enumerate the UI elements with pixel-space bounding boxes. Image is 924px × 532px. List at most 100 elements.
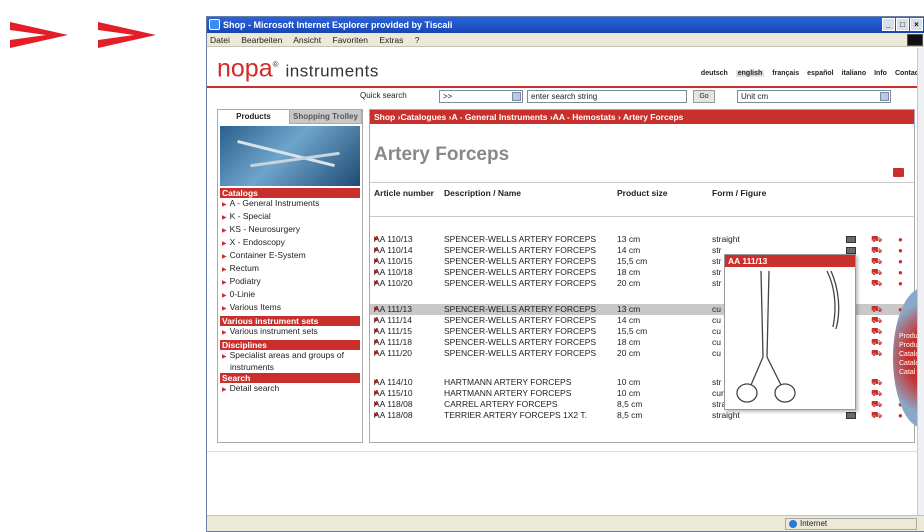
tab-products[interactable]: Products	[218, 110, 290, 124]
sidebar-item-specialist[interactable]: ▶ Specialist areas and groups of instrume…	[218, 350, 362, 372]
chevron-down-icon[interactable]	[512, 92, 521, 101]
chevron-down-icon[interactable]	[880, 92, 889, 101]
cart-icon[interactable]: ⛟	[871, 388, 882, 399]
lang-english[interactable]: english	[735, 70, 765, 77]
popup-title: AA 111/13	[725, 255, 855, 267]
maximize-button[interactable]: □	[896, 18, 909, 31]
nav-info[interactable]: Info	[874, 70, 887, 77]
unit-select-value: Unit cm	[741, 92, 769, 101]
product-form: cu	[712, 348, 721, 358]
cart-icon[interactable]: ⛟	[871, 326, 882, 337]
product-size: 15,5 cm	[617, 326, 648, 336]
product-desc: HARTMANN ARTERY FORCEPS	[444, 377, 572, 387]
menu-favoriten[interactable]: Favoriten	[333, 35, 368, 45]
cart-icon[interactable]: ⛟	[871, 337, 882, 348]
product-desc: HARTMANN ARTERY FORCEPS	[444, 388, 572, 398]
minimize-button[interactable]: _	[882, 18, 895, 31]
product-form: cu	[712, 326, 721, 336]
cart-icon[interactable]: ⛟	[871, 377, 882, 388]
sidebar-item-various-items[interactable]: ▶ Various Items	[218, 302, 362, 315]
camera-icon[interactable]	[846, 412, 856, 419]
availability-dot-icon: ●	[898, 411, 903, 420]
product-size: 8,5 cm	[617, 410, 643, 420]
sidebar-item-rectum[interactable]: ▶ Rectum	[218, 263, 362, 276]
menu-help[interactable]: ?	[415, 35, 420, 45]
cart-icon[interactable]: ⛟	[871, 315, 882, 326]
menu-extras[interactable]: Extras	[379, 35, 403, 45]
breadcrumb[interactable]: Shop ›Catalogues ›A - General Instrument…	[370, 110, 914, 124]
product-form: straight	[712, 410, 740, 420]
cart-icon[interactable]: ⛟	[871, 234, 882, 245]
cart-icon[interactable]: ⛟	[871, 399, 882, 410]
status-bar: Internet	[207, 515, 924, 531]
cart-icon[interactable]: ⛟	[871, 278, 882, 289]
close-button[interactable]: ×	[910, 18, 923, 31]
go-button[interactable]: Go	[693, 90, 715, 103]
product-size: 14 cm	[617, 315, 641, 325]
main-panel: Shop ›Catalogues ›A - General Instrument…	[369, 109, 915, 443]
cart-icon[interactable]: ⛟	[871, 410, 882, 421]
sidebar-item-podiatry[interactable]: ▶ Podiatry	[218, 276, 362, 289]
product-form: cu	[712, 315, 721, 325]
logo-brand: nopa	[217, 54, 273, 83]
product-size: 18 cm	[617, 337, 641, 347]
cart-icon[interactable]: ⛟	[871, 245, 882, 256]
lang-italiano[interactable]: italiano	[842, 70, 867, 77]
cart-icon[interactable]: ⛟	[871, 267, 882, 278]
menu-bearbeiten[interactable]: Bearbeiten	[241, 35, 282, 45]
logo-mark: ®	[272, 60, 279, 69]
forceps-figure	[736, 270, 840, 403]
product-desc: SPENCER-WELLS ARTERY FORCEPS	[444, 337, 597, 347]
product-size: 20 cm	[617, 278, 641, 288]
camera-icon[interactable]	[846, 236, 856, 243]
sidebar-item-neurosurgery[interactable]: ▶ KS - Neurosurgery	[218, 224, 362, 237]
product-size: 20 cm	[617, 348, 641, 358]
page-content: nopa® instruments deutsch english frança…	[207, 48, 924, 515]
lang-deutsch[interactable]: deutsch	[701, 70, 728, 77]
title-bar: Shop - Microsoft Internet Explorer provi…	[207, 17, 924, 33]
unit-select[interactable]: Unit cm	[737, 90, 891, 103]
product-form: str	[712, 278, 722, 288]
availability-dot-icon: ●	[898, 257, 903, 266]
sidebar-item-special[interactable]: ▶ K - Special	[218, 211, 362, 224]
menu-datei[interactable]: Datei	[210, 35, 230, 45]
col-form: Form / Figure	[712, 188, 767, 198]
nopa-logo[interactable]: nopa® instruments	[217, 52, 379, 84]
product-row[interactable]: ▶ AA 118/08 TERRIER ARTERY FORCEPS 1X2 T. 8…	[370, 410, 914, 421]
tab-shopping-trolley[interactable]: Shopping Trolley	[290, 110, 362, 124]
cart-icon[interactable]: ⛟	[871, 256, 882, 267]
menu-ansicht[interactable]: Ansicht	[293, 35, 321, 45]
sidebar-item-endoscopy[interactable]: ▶ X - Endoscopy	[218, 237, 362, 250]
security-zone: Internet	[785, 518, 917, 530]
sidebar-item-0-linie[interactable]: ▶ 0-Linie	[218, 289, 362, 302]
product-form: cu	[712, 337, 721, 347]
product-form: straight	[712, 234, 740, 244]
sidebar-item-various-sets[interactable]: ▶ Various instrument sets	[218, 326, 362, 339]
lang-francais[interactable]: français	[772, 70, 799, 77]
logo-sub: instruments	[285, 61, 379, 81]
printer-icon[interactable]	[893, 168, 904, 177]
product-size: 10 cm	[617, 377, 641, 387]
lang-espanol[interactable]: español	[807, 70, 833, 77]
col-article: Article number	[374, 188, 434, 198]
camera-icon[interactable]	[846, 247, 856, 254]
quick-search-label: Quick search	[360, 91, 407, 100]
sidebar-item-container[interactable]: ▶ Container E-System	[218, 250, 362, 263]
menu-bar: Datei Bearbeiten Ansicht Favoriten Extra…	[207, 33, 924, 47]
cart-icon[interactable]: ⛟	[871, 304, 882, 315]
product-desc: SPENCER-WELLS ARTERY FORCEPS	[444, 304, 597, 314]
sidebar-item-general[interactable]: ▶ A - General Instruments	[218, 198, 362, 211]
section-disciplines: Disciplines	[220, 340, 360, 350]
sidebar: Products Shopping Trolley Catalogs ▶ A - …	[217, 109, 363, 443]
product-row[interactable]: ▶ AA 110/13 SPENCER-WELLS ARTERY FORCEPS 13…	[370, 234, 914, 245]
product-size: 13 cm	[617, 304, 641, 314]
sidebar-item-detail-search[interactable]: ▶ Detail search	[218, 383, 362, 396]
product-size: 8,5 cm	[617, 399, 643, 409]
quick-search-select[interactable]: >>	[439, 90, 523, 103]
search-input[interactable]: enter search string	[527, 90, 687, 103]
cart-icon[interactable]: ⛟	[871, 348, 882, 359]
product-desc: SPENCER-WELLS ARTERY FORCEPS	[444, 348, 597, 358]
header-divider	[207, 86, 924, 88]
product-desc: SPENCER-WELLS ARTERY FORCEPS	[444, 326, 597, 336]
vertical-scrollbar[interactable]	[917, 48, 924, 515]
